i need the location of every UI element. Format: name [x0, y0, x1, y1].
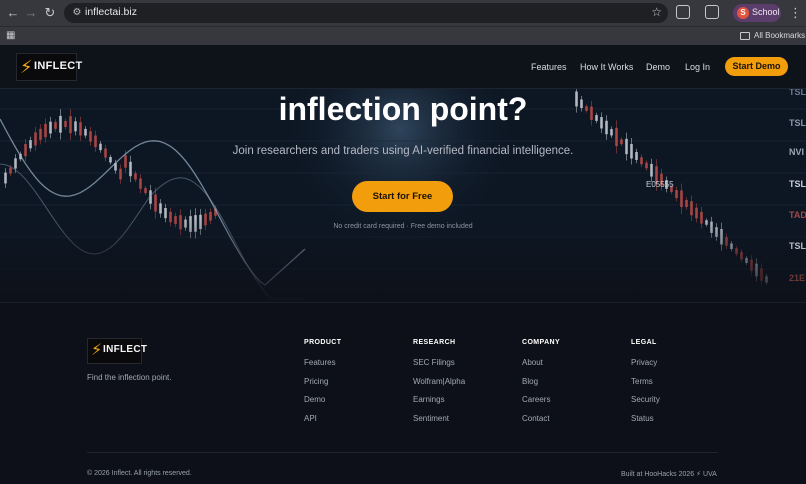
footer-link-sec-filings[interactable]: SEC Filings	[413, 358, 455, 367]
profile-name: School	[752, 7, 780, 17]
reload-icon[interactable]: ↻	[41, 4, 59, 22]
footer-heading-company: COMPANY	[522, 339, 561, 346]
hero-subtitle: Join researchers and traders using AI-ve…	[232, 145, 574, 157]
site-info-icon[interactable]: ⚙	[70, 6, 84, 20]
back-icon[interactable]: ←	[4, 4, 22, 22]
footer-link-api[interactable]: API	[304, 414, 317, 423]
bookmarks-bar: ▦ All Bookmarks	[0, 26, 806, 45]
footer-link-earnings[interactable]: Earnings	[413, 395, 445, 404]
logo-text: INFLECT	[103, 344, 148, 355]
bookmark-star-icon[interactable]: ☆	[651, 5, 662, 19]
footer-heading-legal: LEGAL	[631, 339, 657, 346]
ticker-label: TAD	[789, 210, 806, 220]
footer-divider	[87, 452, 718, 453]
footer-link-careers[interactable]: Careers	[522, 395, 550, 404]
footer-tagline: Find the inflection point.	[87, 373, 172, 382]
footer-link-contact[interactable]: Contact	[522, 414, 550, 423]
footer-link-features[interactable]: Features	[304, 358, 336, 367]
footer-link-pricing[interactable]: Pricing	[304, 377, 328, 386]
footer-link-privacy[interactable]: Privacy	[631, 358, 657, 367]
extensions-icon[interactable]	[676, 5, 690, 19]
bolt-icon: ⚡	[20, 57, 33, 77]
start-demo-button[interactable]: Start Demo	[725, 57, 788, 76]
built-at-text: Built at HooHacks 2026 ⚡ UVA	[621, 471, 717, 478]
nav-login[interactable]: Log In	[685, 62, 710, 72]
footer-link-about[interactable]: About	[522, 358, 543, 367]
footer-link-status[interactable]: Status	[631, 414, 654, 423]
url-text[interactable]: inflectai.biz	[85, 6, 137, 18]
footer-logo[interactable]: ⚡ INFLECT	[87, 338, 147, 364]
profile-avatar: S	[737, 7, 749, 19]
footer-heading-product: PRODUCT	[304, 339, 342, 346]
address-bar[interactable]: ⚙ inflectai.biz ☆	[64, 3, 668, 23]
start-for-free-button[interactable]: Start for Free	[352, 181, 453, 212]
profile-button[interactable]: S School	[733, 4, 781, 22]
header-logo[interactable]: ⚡ INFLECT	[16, 53, 82, 81]
folder-icon[interactable]	[740, 32, 750, 40]
hero-title: inflection point?	[278, 91, 528, 127]
nav-demo[interactable]: Demo	[646, 62, 670, 72]
site-header: ⚡ INFLECT Features How It Works Demo Log…	[0, 45, 806, 89]
forward-icon[interactable]: →	[22, 4, 40, 22]
ticker-label: TSL	[789, 179, 806, 189]
footer-link-terms[interactable]: Terms	[631, 377, 653, 386]
browser-chrome: ← → ↻ ⚙ inflectai.biz ☆ S School ⋮ ▦ All…	[0, 0, 806, 45]
ticker-label: 21E	[789, 273, 806, 283]
hero-section: TSL TSL NVI TSL TAD TSL 21E E05555 infle…	[0, 89, 806, 302]
all-bookmarks-link[interactable]: All Bookmarks	[754, 31, 805, 40]
footer-heading-research: RESEARCH	[413, 339, 456, 346]
nav-features[interactable]: Features	[531, 62, 567, 72]
bolt-icon: ⚡	[91, 342, 103, 359]
logo-text: INFLECT	[34, 60, 83, 72]
footer-link-sentiment[interactable]: Sentiment	[413, 414, 449, 423]
footer-link-demo[interactable]: Demo	[304, 395, 325, 404]
ticker-label: TSL	[789, 241, 806, 251]
browser-toolbar: ← → ↻ ⚙ inflectai.biz ☆ S School ⋮	[0, 0, 806, 26]
footer-link-blog[interactable]: Blog	[522, 377, 538, 386]
site-footer: ⚡ INFLECT Find the inflection point. PRO…	[0, 302, 806, 484]
nav-how-it-works[interactable]: How It Works	[580, 62, 633, 72]
hero-note: No credit card required · Free demo incl…	[333, 223, 473, 230]
reading-list-icon[interactable]	[705, 5, 719, 19]
ticker-label: E05555	[646, 180, 674, 189]
browser-menu-icon[interactable]: ⋮	[789, 4, 802, 22]
copyright-text: © 2026 Inflect. All rights reserved.	[87, 470, 192, 477]
footer-link-wolfram-alpha[interactable]: Wolfram|Alpha	[413, 377, 465, 386]
footer-link-security[interactable]: Security	[631, 395, 660, 404]
apps-grid-icon[interactable]: ▦	[6, 31, 16, 41]
